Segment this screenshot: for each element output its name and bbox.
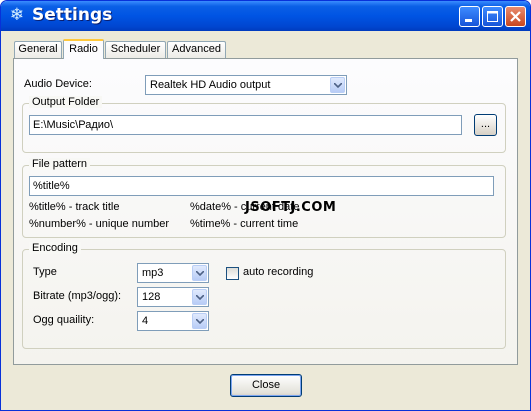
output-folder-value: E:\Music\Радио\ [33, 119, 114, 131]
minimize-icon [465, 19, 472, 22]
maximize-button[interactable] [482, 6, 503, 27]
client-area: General Radio Scheduler Advanced Audio D… [4, 31, 527, 408]
ogg-quality-label: Ogg quaility: [33, 314, 95, 326]
type-select[interactable]: mp3 [137, 263, 209, 283]
chevron-down-icon [196, 295, 204, 300]
bitrate-label: Bitrate (mp3/ogg): [33, 290, 122, 302]
tab-general[interactable]: General [14, 41, 62, 58]
hint-title: %title% - track title [29, 201, 120, 213]
minimize-button[interactable] [459, 6, 480, 27]
dropdown-arrow[interactable] [192, 265, 207, 281]
hint-time: %time% - current time [190, 218, 299, 230]
tab-advanced[interactable]: Advanced [167, 41, 226, 58]
type-label: Type [33, 266, 57, 278]
output-folder-group: Output Folder E:\Music\Радио\ ... [22, 96, 506, 153]
audio-device-select[interactable]: Realtek HD Audio output [145, 75, 347, 95]
dropdown-arrow[interactable] [192, 313, 207, 329]
maximize-icon [487, 11, 498, 22]
bitrate-value: 128 [142, 291, 161, 303]
auto-recording-label[interactable]: auto recording [243, 266, 313, 278]
auto-recording-checkbox[interactable] [226, 267, 239, 280]
tab-radio[interactable]: Radio [63, 39, 104, 59]
output-folder-input[interactable]: E:\Music\Радио\ [29, 115, 462, 135]
chevron-down-icon [196, 271, 204, 276]
close-icon [510, 11, 521, 22]
encoding-title: Encoding [29, 242, 81, 254]
title-bar[interactable]: ❄ Settings [1, 1, 530, 31]
chevron-down-icon [196, 319, 204, 324]
tab-scheduler[interactable]: Scheduler [105, 41, 166, 58]
bitrate-select[interactable]: 128 [137, 287, 209, 307]
dropdown-arrow[interactable] [330, 77, 345, 93]
window-title: Settings [32, 5, 113, 25]
hint-number: %number% - unique number [29, 218, 170, 230]
file-pattern-value: %title% [33, 180, 70, 192]
close-window-button[interactable] [505, 6, 526, 27]
chevron-down-icon [334, 83, 342, 88]
audio-device-label: Audio Device: [24, 78, 92, 90]
ogg-quality-select[interactable]: 4 [137, 311, 209, 331]
dropdown-arrow[interactable] [192, 289, 207, 305]
snowflake-icon: ❄ [9, 5, 25, 24]
audio-device-value: Realtek HD Audio output [150, 79, 271, 91]
encoding-group: Encoding Type mp3 auto recording Bitrate… [22, 242, 506, 349]
file-pattern-title: File pattern [29, 158, 91, 170]
file-pattern-input[interactable]: %title% [29, 176, 494, 196]
type-value: mp3 [142, 267, 164, 279]
watermark-text: JSOFTJ.COM [245, 200, 337, 215]
settings-window: ❄ Settings General Radio Scheduler Advan… [0, 0, 531, 411]
browse-folder-button[interactable]: ... [474, 114, 497, 136]
ogg-quality-value: 4 [142, 315, 149, 327]
close-button[interactable]: Close [230, 374, 302, 397]
output-folder-title: Output Folder [29, 96, 103, 108]
